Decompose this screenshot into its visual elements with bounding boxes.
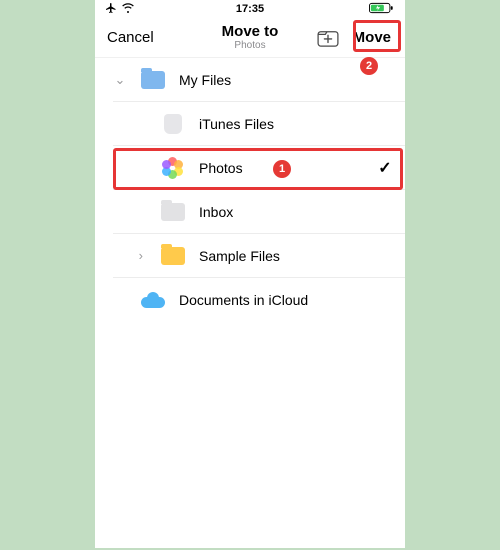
folder-row-sample[interactable]: › Sample Files xyxy=(113,234,405,278)
cloud-icon xyxy=(141,292,165,308)
checkmark-icon: ✓ xyxy=(375,158,395,178)
folder-row-photos[interactable]: Photos ✓ xyxy=(113,146,405,190)
folder-row-itunes[interactable]: iTunes Files xyxy=(113,102,405,146)
status-left xyxy=(105,2,135,17)
photos-icon xyxy=(162,157,184,179)
annotation-badge-1: 1 xyxy=(273,160,291,178)
folder-label: iTunes Files xyxy=(199,116,395,132)
chevron-down-icon: ⌄ xyxy=(115,72,126,88)
itunes-icon xyxy=(164,114,182,134)
nav-title-group: Move to Photos xyxy=(222,24,279,52)
move-button[interactable]: Move xyxy=(349,25,395,50)
nav-title: Move to xyxy=(222,24,279,41)
folder-row-inbox[interactable]: Inbox xyxy=(113,190,405,234)
cancel-button[interactable]: Cancel xyxy=(105,25,156,50)
battery-icon xyxy=(369,2,395,17)
new-folder-icon[interactable] xyxy=(317,29,339,47)
folder-icon xyxy=(141,71,165,89)
folder-icon xyxy=(161,247,185,265)
folder-label: Documents in iCloud xyxy=(179,292,395,308)
airplane-mode-icon xyxy=(105,2,117,17)
status-bar: 17:35 xyxy=(95,0,405,18)
folder-label: My Files xyxy=(179,72,395,88)
status-time: 17:35 xyxy=(236,3,264,15)
folder-icon xyxy=(161,203,185,221)
folder-list: ⌄ My Files iTunes Files Photos ✓ Inbox xyxy=(95,58,405,322)
folder-label: Sample Files xyxy=(199,248,395,264)
wifi-icon xyxy=(121,2,135,17)
folder-row-icloud[interactable]: Documents in iCloud xyxy=(113,278,405,322)
nav-bar: Cancel Move to Photos Move xyxy=(95,18,405,58)
nav-subtitle: Photos xyxy=(222,40,279,51)
phone-screen: 17:35 Cancel Move to Photos xyxy=(95,0,405,548)
folder-label: Inbox xyxy=(199,204,395,220)
chevron-right-icon: › xyxy=(139,248,143,263)
annotation-badge-2: 2 xyxy=(360,57,378,75)
